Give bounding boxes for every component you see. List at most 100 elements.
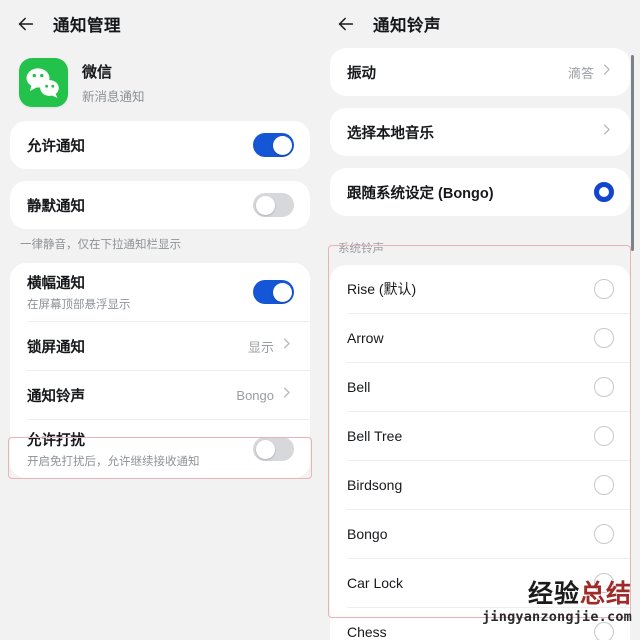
ringtone-label: Bell — [347, 379, 371, 395]
row-main: 跟随系统设定 (Bongo) — [347, 182, 594, 203]
right-header: 通知铃声 — [320, 0, 640, 48]
ringtone-label: Rise (默认) — [347, 281, 417, 297]
page-title: 通知铃声 — [373, 17, 441, 35]
row-value: 显示 — [247, 339, 274, 355]
row-title: 振动 — [347, 65, 376, 82]
row-vibration[interactable]: 振动 滴答 — [330, 48, 630, 96]
row-main: 锁屏通知 — [27, 336, 248, 357]
back-arrow-icon[interactable] — [335, 13, 357, 35]
radio-ringtone[interactable] — [594, 279, 614, 299]
row-title: 横幅通知 — [27, 276, 85, 292]
left-header: 通知管理 — [0, 0, 320, 48]
ringtone-list-item[interactable]: Bongo — [330, 510, 630, 558]
card-select-local-music: 选择本地音乐 — [330, 108, 630, 156]
radio-ringtone[interactable] — [594, 377, 614, 397]
row-subtitle: 开启免打扰后，允许继续接收通知 — [27, 456, 200, 468]
chevron-right-icon — [599, 62, 614, 82]
row-title: 允许通知 — [27, 138, 85, 155]
toggle-knob — [255, 195, 275, 215]
row-value: 滴答 — [567, 65, 594, 81]
radio-ringtone[interactable] — [594, 524, 614, 544]
app-meta: 微信 新消息通知 — [82, 61, 145, 105]
ringtone-label: Bongo — [347, 526, 388, 542]
toggle-knob — [255, 439, 275, 459]
row-allow-notifications[interactable]: 允许通知 — [10, 121, 310, 169]
toggle-banner-notifications[interactable] — [253, 280, 294, 304]
ringtone-list-item[interactable]: Car Lock — [330, 559, 630, 607]
ringtone-label: Car Lock — [347, 575, 404, 591]
row-main: Bell — [347, 379, 594, 395]
radio-ringtone[interactable] — [594, 622, 614, 640]
ringtone-label: Arrow — [347, 330, 384, 346]
card-allow-notifications: 允许通知 — [10, 121, 310, 169]
row-follow-system-setting[interactable]: 跟随系统设定 (Bongo) — [330, 168, 630, 216]
row-silent-notifications[interactable]: 静默通知 — [10, 181, 310, 229]
row-subtitle: 在屏幕顶部悬浮显示 — [27, 299, 131, 311]
card-follow-system: 跟随系统设定 (Bongo) — [330, 168, 630, 216]
ringtone-label: Bell Tree — [347, 428, 403, 444]
row-main: Car Lock — [347, 575, 594, 591]
chevron-right-icon — [279, 336, 294, 356]
ringtone-list-item[interactable]: Bell Tree — [330, 412, 630, 460]
row-banner-notifications[interactable]: 横幅通知 在屏幕顶部悬浮显示 — [10, 263, 310, 321]
section-heading-system-ringtones: 系统铃声 — [338, 243, 384, 255]
toggle-knob — [272, 282, 292, 302]
chevron-right-icon — [279, 385, 294, 405]
ringtone-label: Birdsong — [347, 477, 403, 493]
vertical-scrollbar[interactable] — [630, 55, 634, 251]
ringtone-list-item[interactable]: Arrow — [330, 314, 630, 362]
dual-panel-screenshot: 通知管理 微信 新消息通知 允许通知 静默通知 一律静音，仅在下拉通知栏显示 横… — [0, 0, 640, 640]
page-title: 通知管理 — [53, 17, 121, 35]
row-main: 允许通知 — [27, 135, 253, 156]
row-main: 选择本地音乐 — [347, 122, 599, 143]
row-title: 选择本地音乐 — [347, 125, 434, 142]
toggle-allow-notifications[interactable] — [253, 133, 294, 157]
left-panel-notification-management: 通知管理 微信 新消息通知 允许通知 静默通知 一律静音，仅在下拉通知栏显示 横… — [0, 0, 320, 640]
card-system-ringtones: Rise (默认) Arrow Bell Bell Tree Birdsong Bongo… — [330, 265, 630, 640]
row-title: 跟随系统设定 (Bongo) — [347, 185, 494, 202]
chevron-right-icon — [599, 122, 614, 142]
row-value: Bongo — [236, 387, 274, 403]
row-lockscreen-notifications[interactable]: 锁屏通知 显示 — [10, 322, 310, 370]
back-arrow-icon[interactable] — [15, 13, 37, 35]
radio-ringtone[interactable] — [594, 475, 614, 495]
radio-follow-system-setting[interactable] — [594, 182, 614, 202]
hint-silent-notifications: 一律静音，仅在下拉通知栏显示 — [20, 239, 181, 251]
wechat-icon — [19, 58, 68, 107]
radio-ringtone[interactable] — [594, 426, 614, 446]
row-main: Rise (默认) — [347, 279, 594, 299]
row-main: Birdsong — [347, 477, 594, 493]
row-main: 允许打扰 开启免打扰后，允许继续接收通知 — [27, 429, 253, 469]
ringtone-list-item[interactable]: Rise (默认) — [330, 265, 630, 313]
radio-ringtone[interactable] — [594, 573, 614, 593]
toggle-knob — [272, 135, 292, 155]
row-main: Chess — [347, 624, 594, 640]
toggle-allow-interruption[interactable] — [253, 437, 294, 461]
ringtone-list-item[interactable]: Chess — [330, 608, 630, 640]
card-vibration: 振动 滴答 — [330, 48, 630, 96]
row-main: Bongo — [347, 526, 594, 542]
row-title: 锁屏通知 — [27, 339, 85, 356]
row-main: Arrow — [347, 330, 594, 346]
toggle-silent-notifications[interactable] — [253, 193, 294, 217]
right-panel-notification-ringtone: 通知铃声 振动 滴答 选择本地音乐 跟随系统设定 (Bongo) 系统铃声 Ri… — [320, 0, 640, 640]
app-name: 微信 — [82, 63, 113, 81]
row-title: 通知铃声 — [27, 388, 85, 405]
row-notification-ringtone[interactable]: 通知铃声 Bongo — [10, 371, 310, 419]
app-info-row[interactable]: 微信 新消息通知 — [0, 48, 320, 121]
ringtone-list-item[interactable]: Birdsong — [330, 461, 630, 509]
row-allow-interruption[interactable]: 允许打扰 开启免打扰后，允许继续接收通知 — [10, 420, 310, 478]
row-title: 允许打扰 — [27, 433, 85, 449]
row-main: Bell Tree — [347, 428, 594, 444]
row-main: 横幅通知 在屏幕顶部悬浮显示 — [27, 272, 253, 312]
row-main: 振动 — [347, 62, 568, 83]
card-silent-notifications: 静默通知 — [10, 181, 310, 229]
row-main: 静默通知 — [27, 195, 253, 216]
row-title: 静默通知 — [27, 198, 85, 215]
ringtone-list-item[interactable]: Bell — [330, 363, 630, 411]
radio-ringtone[interactable] — [594, 328, 614, 348]
app-subtitle: 新消息通知 — [82, 89, 145, 104]
card-notification-style: 横幅通知 在屏幕顶部悬浮显示 锁屏通知 显示 通知铃声 Bongo 允许打扰 开… — [10, 263, 310, 478]
row-select-local-music[interactable]: 选择本地音乐 — [330, 108, 630, 156]
row-main: 通知铃声 — [27, 385, 236, 406]
